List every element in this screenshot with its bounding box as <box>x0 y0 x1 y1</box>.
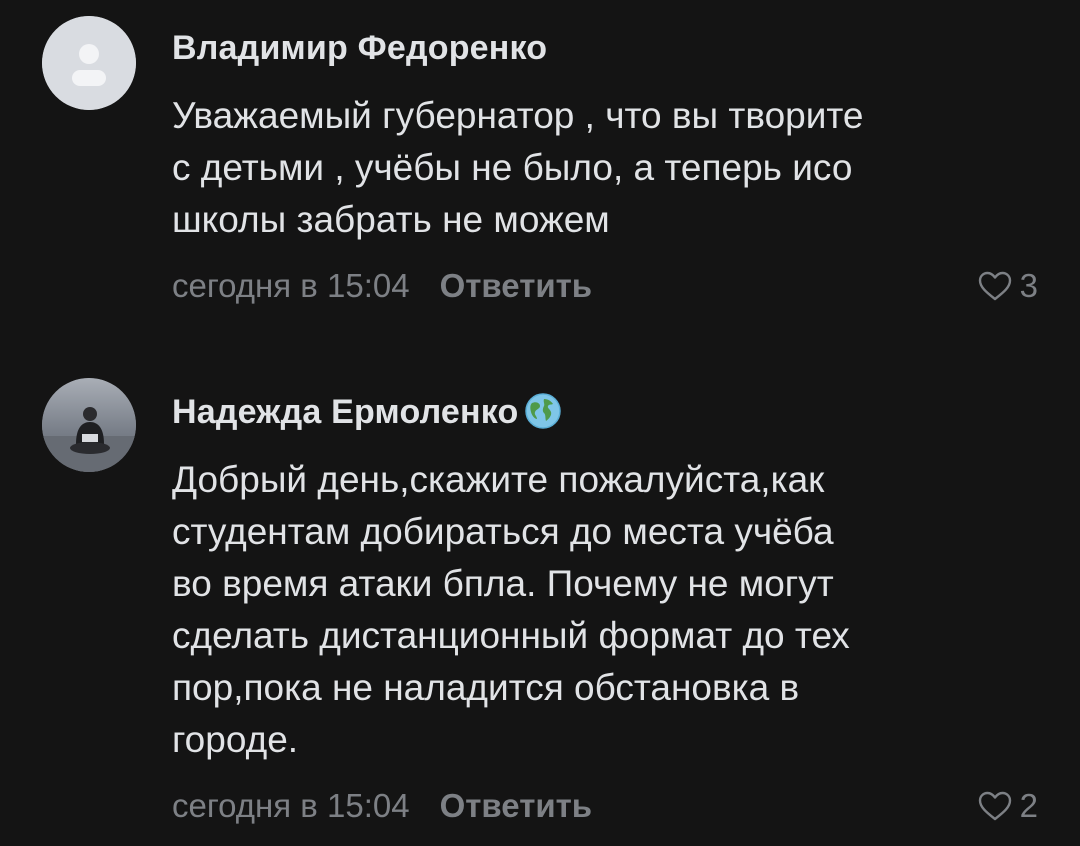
comment-item: Надежда Ермоленко Добрый день,скажите по… <box>0 362 1080 846</box>
avatar[interactable] <box>42 16 136 110</box>
comment-meta: сегодня в 15:04 Ответить <box>172 786 592 826</box>
comment-item: Владимир Федоренко Уважаемый губернатор … <box>0 0 1080 340</box>
avatar[interactable] <box>42 378 136 472</box>
like-count: 3 <box>1019 267 1038 304</box>
comment-text: Уважаемый губернатор , что вы творите с … <box>172 95 864 240</box>
heart-icon <box>978 271 1011 301</box>
default-user-avatar-icon <box>42 16 136 110</box>
globe-emoji-icon <box>524 393 561 429</box>
comment-meta: сегодня в 15:04 Ответить <box>172 266 592 306</box>
reply-button[interactable]: Ответить <box>440 267 593 304</box>
like-button[interactable]: 2 <box>978 786 1038 826</box>
comment-text: Добрый день,скажите пожалуйста,как студе… <box>172 459 850 760</box>
comment-timestamp: сегодня в 15:04 <box>172 787 410 824</box>
comment-author[interactable]: Надежда Ермоленко <box>172 392 563 432</box>
like-count: 2 <box>1019 787 1038 824</box>
comment-author-name: Надежда Ермоленко <box>172 393 519 431</box>
reply-button[interactable]: Ответить <box>440 787 593 824</box>
heart-icon <box>978 791 1011 821</box>
like-button[interactable]: 3 <box>978 266 1038 306</box>
comment-timestamp: сегодня в 15:04 <box>172 267 410 304</box>
user-photo-avatar-icon <box>42 378 136 472</box>
comment-author[interactable]: Владимир Федоренко <box>172 28 547 68</box>
